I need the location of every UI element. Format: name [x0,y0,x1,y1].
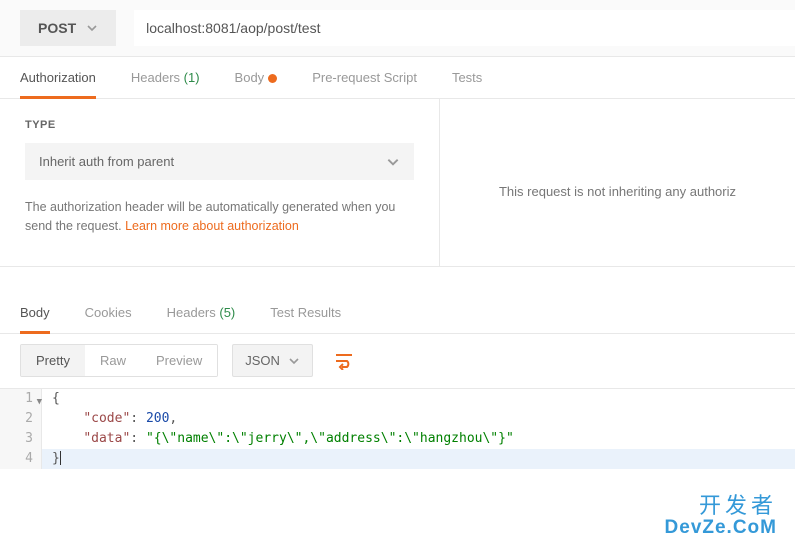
tab-label: Body [235,70,265,85]
auth-left-column: TYPE Inherit auth from parent The author… [0,99,440,266]
url-input[interactable]: localhost:8081/aop/post/test [134,10,795,46]
tab-label: Tests [452,70,482,85]
chevron-down-icon [86,22,98,34]
pretty-button[interactable]: Pretty [21,345,85,376]
resp-tab-body[interactable]: Body [20,292,50,333]
code-line: 4} [0,449,795,469]
dot-indicator-icon [268,74,277,83]
tab-label: Headers [131,70,180,85]
code-line: 2 "code": 200, [0,409,795,429]
response-tabs: Body Cookies Headers (5) Test Results [0,292,795,334]
code-text: { [42,389,60,409]
wrap-icon [334,352,354,370]
tab-label: Body [20,305,50,320]
watermark-bottom: DevZe.CoM [665,518,777,539]
tab-authorization[interactable]: Authorization [20,57,96,98]
line-number: 4 [0,449,42,469]
format-select[interactable]: JSON [232,344,313,377]
resp-tab-cookies[interactable]: Cookies [85,292,132,333]
tab-count: (1) [184,70,200,85]
auth-right-column: This request is not inheriting any autho… [440,99,795,266]
authorization-pane: TYPE Inherit auth from parent The author… [0,99,795,267]
resp-tab-test-results[interactable]: Test Results [270,292,341,333]
chevron-down-icon [386,155,400,169]
tab-label: Cookies [85,305,132,320]
watermark-top: 开发者 [665,494,777,518]
watermark: 开发者 DevZe.CoM [665,494,777,539]
request-tabs: Authorization Headers (1) Body Pre-reque… [0,57,795,99]
code-text: } [42,449,61,469]
tab-body[interactable]: Body [235,57,278,98]
request-bar: POST localhost:8081/aop/post/test [0,0,795,57]
chevron-down-icon [288,355,300,367]
auth-type-value: Inherit auth from parent [39,154,174,169]
tab-tests[interactable]: Tests [452,57,482,98]
method-label: POST [38,20,76,36]
line-number: 2 [0,409,42,429]
learn-more-link[interactable]: Learn more about authorization [125,219,299,233]
auth-description: The authorization header will be automat… [25,198,414,236]
format-value: JSON [245,353,280,368]
body-toolbar: Pretty Raw Preview JSON [0,334,795,388]
tab-prerequest[interactable]: Pre-request Script [312,57,417,98]
auth-type-select[interactable]: Inherit auth from parent [25,143,414,180]
line-number: 3 [0,429,42,449]
response-body-code[interactable]: 1▼{2 "code": 200,3 "data": "{\"name\":\"… [0,388,795,469]
code-text: "code": 200, [42,409,177,429]
tab-label: Authorization [20,70,96,85]
tab-label: Pre-request Script [312,70,417,85]
line-number: 1▼ [0,389,42,409]
method-select[interactable]: POST [20,10,116,46]
tab-count: (5) [219,305,235,320]
preview-button[interactable]: Preview [141,345,217,376]
auth-type-label: TYPE [25,119,414,131]
raw-button[interactable]: Raw [85,345,141,376]
code-line: 3 "data": "{\"name\":\"jerry\",\"address… [0,429,795,449]
tab-label: Test Results [270,305,341,320]
resp-tab-headers[interactable]: Headers (5) [167,292,236,333]
tab-label: Headers [167,305,216,320]
view-mode-segment: Pretty Raw Preview [20,344,218,377]
auth-inherit-message: This request is not inheriting any autho… [450,184,785,199]
code-line: 1▼{ [0,389,795,409]
wrap-lines-button[interactable] [327,344,361,378]
code-text: "data": "{\"name\":\"jerry\",\"address\"… [42,429,514,449]
tab-headers[interactable]: Headers (1) [131,57,200,98]
